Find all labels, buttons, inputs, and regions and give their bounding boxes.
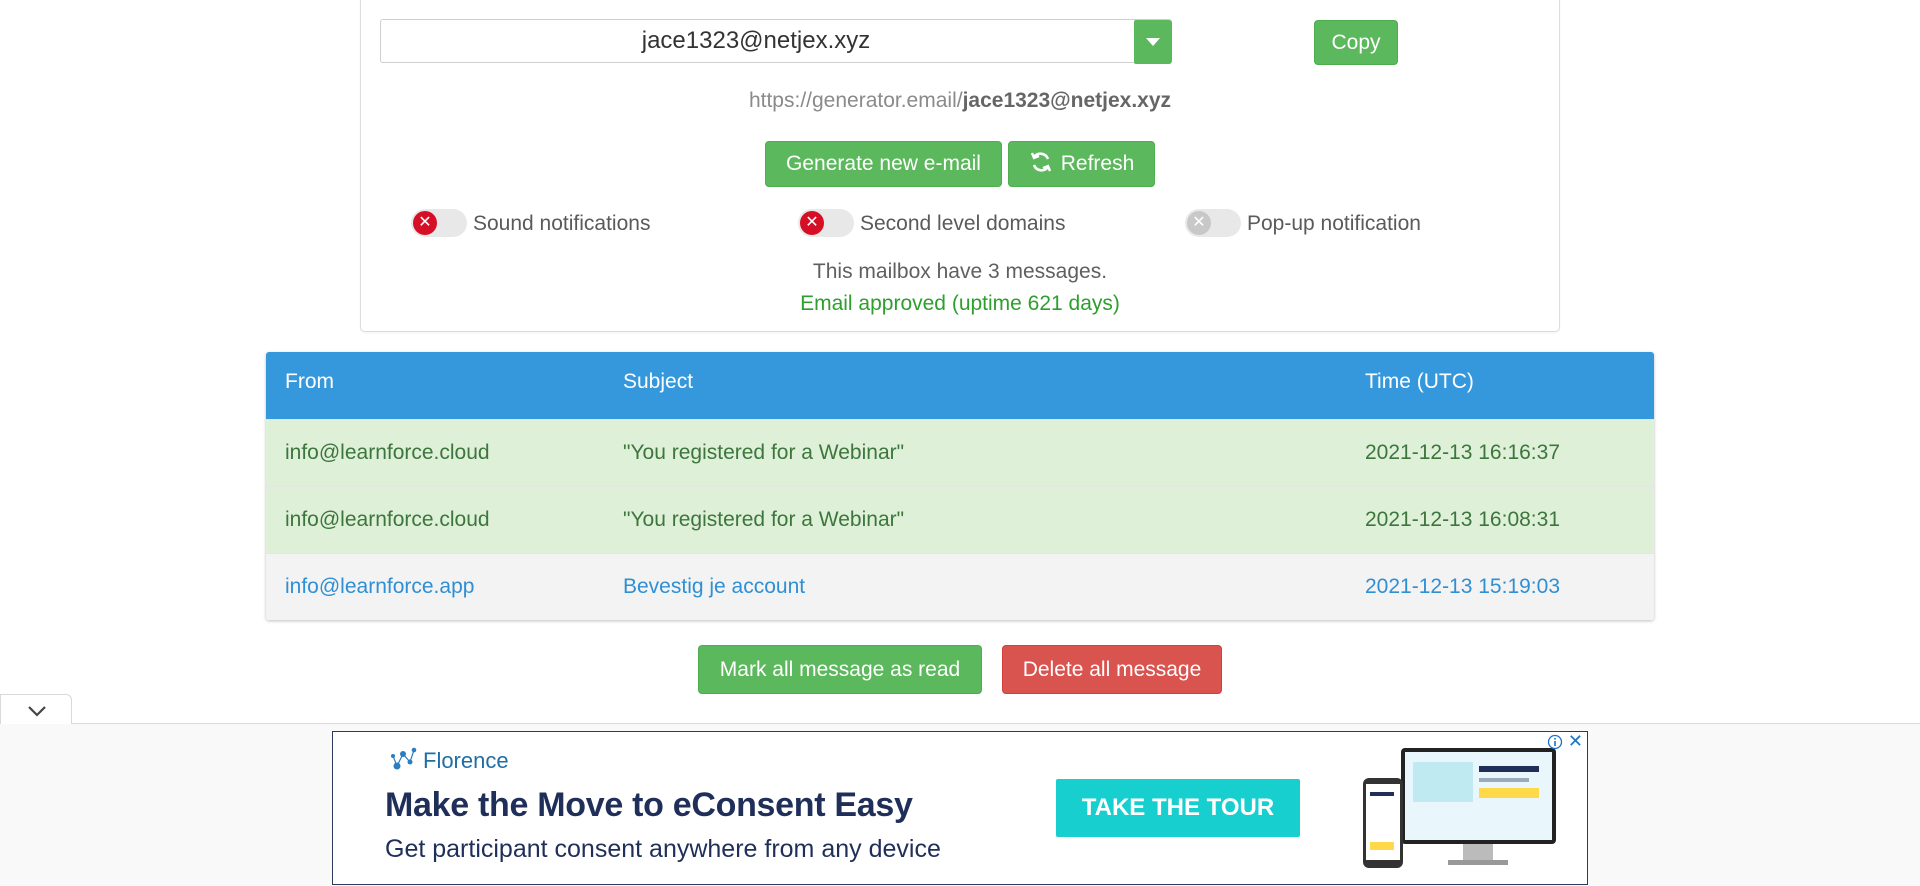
refresh-button[interactable]: Refresh <box>1008 141 1155 187</box>
second-level-domains-label: Second level domains <box>860 212 1066 235</box>
row-from: info@learnforce.cloud <box>285 508 490 531</box>
x-icon: ✕ <box>1187 211 1211 235</box>
table-row[interactable]: info@learnforce.cloud "You registered fo… <box>266 419 1654 486</box>
ad-subline: Get participant consent anywhere from an… <box>385 835 941 863</box>
refresh-label: Refresh <box>1060 152 1135 175</box>
ad-brand: Florence <box>423 748 509 773</box>
advertisement[interactable]: Florence Make the Move to eConsent Easy … <box>332 731 1588 885</box>
mailbox-url[interactable]: https://generator.email/jace1323@netjex.… <box>360 89 1560 113</box>
ad-close-icon[interactable]: ✕ <box>1568 732 1583 750</box>
table-row[interactable]: info@learnforce.cloud "You registered fo… <box>266 486 1654 553</box>
table-header: From Subject Time (UTC) <box>266 352 1654 419</box>
header-from[interactable]: From <box>285 352 334 412</box>
take-the-tour-button[interactable]: TAKE THE TOUR <box>1056 779 1300 837</box>
ad-headline: Make the Move to eConsent Easy <box>385 786 913 824</box>
second-level-domains-toggle[interactable]: ✕ <box>798 209 854 237</box>
messages-table: From Subject Time (UTC) info@learnforce.… <box>266 352 1654 620</box>
header-time[interactable]: Time (UTC) <box>1365 352 1474 412</box>
x-icon: ✕ <box>413 211 437 235</box>
mailbox-url-email: jace1323@netjex.xyz <box>962 89 1172 112</box>
email-select-value: jace1323@netjex.xyz <box>641 27 871 54</box>
sound-notifications-label: Sound notifications <box>473 212 651 235</box>
copy-button[interactable]: Copy <box>1314 20 1398 65</box>
collapse-ad-tab[interactable] <box>0 694 72 724</box>
sound-notifications-toggle[interactable]: ✕ <box>411 209 467 237</box>
refresh-icon <box>1030 152 1051 172</box>
table-row[interactable]: info@learnforce.app Bevestig je account … <box>266 553 1654 620</box>
devices-illustration <box>1363 748 1556 868</box>
email-approved-status: Email approved (uptime 621 days) <box>800 292 1120 315</box>
header-subject[interactable]: Subject <box>623 352 693 412</box>
row-subject: "You registered for a Webinar" <box>623 441 905 464</box>
mailbox-count: This mailbox have 3 messages. <box>812 260 1108 283</box>
delete-all-button[interactable]: Delete all message <box>1002 645 1222 694</box>
chevron-down-icon <box>28 706 46 717</box>
row-subject: "You registered for a Webinar" <box>623 508 905 531</box>
row-time: 2021-12-13 16:16:37 <box>1365 441 1560 464</box>
x-icon: ✕ <box>800 211 824 235</box>
row-from: info@learnforce.app <box>285 575 475 598</box>
row-time: 2021-12-13 16:08:31 <box>1365 508 1560 531</box>
email-select[interactable]: jace1323@netjex.xyz <box>380 19 1172 63</box>
mailbox-url-prefix: https://generator.email/ <box>748 89 963 112</box>
mark-all-read-button[interactable]: Mark all message as read <box>698 645 982 694</box>
row-time: 2021-12-13 15:19:03 <box>1365 575 1560 598</box>
generate-new-email-button[interactable]: Generate new e-mail <box>765 141 1002 187</box>
caret-down-icon <box>1146 38 1160 46</box>
florence-logo-icon <box>391 747 417 770</box>
email-dropdown-button[interactable] <box>1134 20 1172 64</box>
popup-notification-toggle[interactable]: ✕ <box>1185 209 1241 237</box>
row-subject: Bevestig je account <box>623 575 806 598</box>
popup-notification-label: Pop-up notification <box>1247 212 1421 235</box>
row-from: info@learnforce.cloud <box>285 441 490 464</box>
ad-info-icon[interactable] <box>1547 734 1563 750</box>
